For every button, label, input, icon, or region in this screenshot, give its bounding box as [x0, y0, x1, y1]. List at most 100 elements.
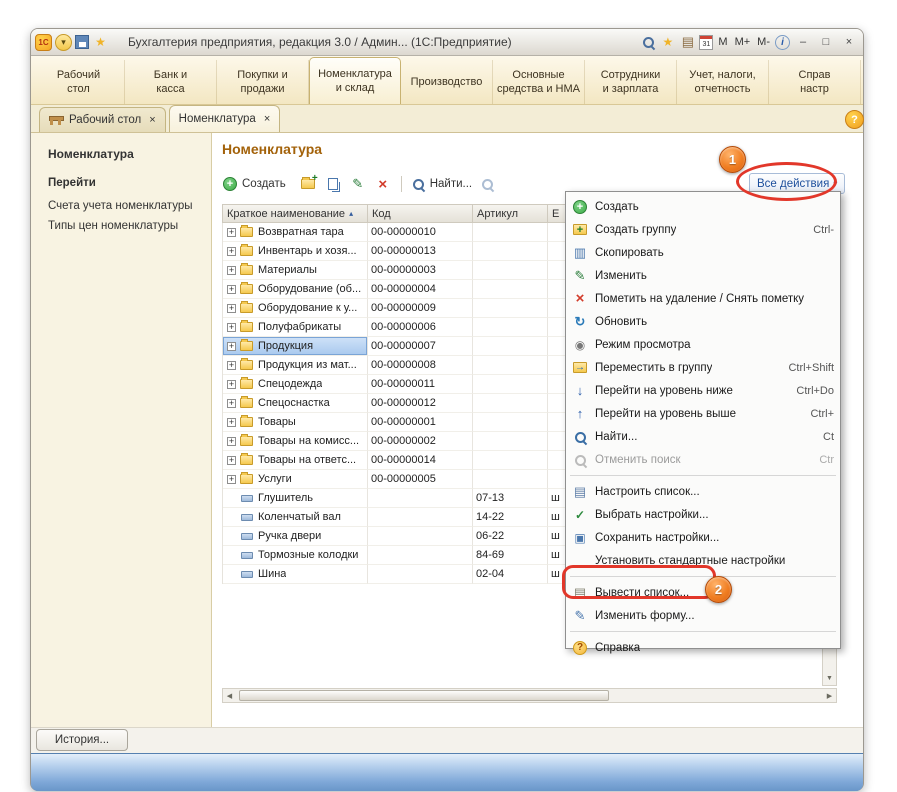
history-button[interactable]: История...	[36, 729, 128, 751]
expand-icon[interactable]: +	[227, 323, 236, 332]
menu-item-6[interactable]: Обновить	[566, 310, 840, 333]
tab-2[interactable]: Номенклатура×	[169, 105, 281, 132]
expand-icon[interactable]: +	[227, 456, 236, 465]
copy-button[interactable]	[323, 174, 343, 194]
memory-m-button[interactable]: M	[716, 36, 729, 48]
list-toolbar: + Создать Найти...	[220, 171, 497, 197]
menu-item-9[interactable]: Перейти на уровень нижеCtrl+Do	[566, 379, 840, 402]
section-tab-5[interactable]: Производство	[401, 60, 493, 104]
column-header-1[interactable]: Краткое наименование▴	[223, 205, 368, 222]
expand-icon[interactable]: +	[227, 304, 236, 313]
sidebar-link-1[interactable]: Счета учета номенклатуры	[48, 197, 201, 217]
expand-icon[interactable]: +	[227, 247, 236, 256]
expand-icon[interactable]: +	[227, 228, 236, 237]
menu-item-10[interactable]: Перейти на уровень вышеCtrl+	[566, 402, 840, 425]
menu-item-5[interactable]: Пометить на удаление / Снять пометку	[566, 287, 840, 310]
create-group-button[interactable]	[298, 174, 318, 194]
scroll-right-icon[interactable]: ▶	[823, 689, 836, 702]
column-header-2[interactable]: Код	[368, 205, 473, 222]
folder-icon	[240, 322, 253, 332]
item-icon	[241, 552, 253, 559]
menu-item-3[interactable]: Скопировать	[566, 241, 840, 264]
menu-item-11[interactable]: Найти...Ct	[566, 425, 840, 448]
row-name-label: Материалы	[258, 264, 317, 276]
section-tab-1[interactable]: Рабочийстол	[33, 60, 125, 104]
sidebar-link-2[interactable]: Типы цен номенклатуры	[48, 217, 201, 237]
copy-icon	[572, 245, 588, 261]
menu-item-4[interactable]: Изменить	[566, 264, 840, 287]
expand-icon[interactable]: +	[227, 380, 236, 389]
expand-icon[interactable]: +	[227, 285, 236, 294]
column-header-3[interactable]: Артикул	[473, 205, 548, 222]
info-icon[interactable]	[775, 35, 790, 50]
memory-m-plus-button[interactable]: M+	[733, 36, 753, 48]
expand-icon[interactable]: +	[227, 361, 236, 370]
find-button[interactable]: Найти...	[410, 176, 472, 192]
section-tab-label: Банк и	[154, 68, 187, 82]
memory-m-minus-button[interactable]: M-	[755, 36, 772, 48]
horizontal-scrollbar[interactable]: ◀ ▶	[222, 688, 837, 703]
maximize-button[interactable]: □	[816, 34, 836, 50]
section-tab-label: настр	[800, 82, 829, 96]
menu-item-shortcut: Ctrl+	[810, 408, 834, 420]
tab-close-icon[interactable]: ×	[264, 113, 270, 125]
menu-item-2[interactable]: Создать группуCtrl-	[566, 218, 840, 241]
expand-icon[interactable]: +	[227, 475, 236, 484]
articul-cell	[473, 280, 548, 299]
help-icon[interactable]: ?	[845, 110, 864, 129]
edit-button[interactable]	[348, 174, 368, 194]
tab-1[interactable]: Рабочий стол×	[39, 107, 166, 132]
service-menu-arrow-icon[interactable]	[55, 34, 72, 51]
section-tab-4[interactable]: Номенклатураи склад	[309, 57, 401, 104]
minimize-button[interactable]: –	[793, 34, 813, 50]
section-tab-9[interactable]: Справнастр	[769, 60, 861, 104]
code-cell	[368, 489, 473, 508]
expand-icon[interactable]: +	[227, 266, 236, 275]
expand-icon[interactable]: +	[227, 342, 236, 351]
section-tab-7[interactable]: Сотрудникии зарплата	[585, 60, 677, 104]
code-cell: 00-00000005	[368, 470, 473, 489]
history-icon[interactable]	[679, 34, 696, 51]
mark-delete-button[interactable]	[373, 174, 393, 194]
menu-item-7[interactable]: Режим просмотра	[566, 333, 840, 356]
favorites-add-icon[interactable]	[659, 34, 676, 51]
menu-item-17[interactable]: Установить стандартные настройки	[566, 549, 840, 572]
output-list-icon	[572, 585, 588, 601]
cancel-search-button[interactable]	[477, 174, 497, 194]
section-tab-label: касса	[156, 82, 184, 96]
screenshot-canvas: Бухгалтерия предприятия, редакция 3.0 / …	[0, 0, 897, 792]
menu-item-16[interactable]: Сохранить настройки...	[566, 526, 840, 549]
dropdown-arrow-icon: ▾	[833, 179, 837, 188]
level-down-icon	[572, 383, 588, 399]
find-icon[interactable]	[640, 34, 656, 50]
menu-item-14[interactable]: Настроить список...	[566, 480, 840, 503]
app-logo-icon[interactable]	[35, 34, 52, 51]
section-tab-2[interactable]: Банк икасса	[125, 60, 217, 104]
sidebar: Номенклатура Перейти Счета учета номенкл…	[31, 133, 212, 728]
save-icon[interactable]	[75, 35, 89, 49]
horizontal-scroll-thumb[interactable]	[239, 690, 609, 701]
menu-item-1[interactable]: Создать	[566, 195, 840, 218]
row-name-label: Товары на ответс...	[258, 454, 356, 466]
expand-icon[interactable]: +	[227, 437, 236, 446]
scroll-left-icon[interactable]: ◀	[223, 689, 236, 702]
menu-item-20[interactable]: Изменить форму...	[566, 604, 840, 627]
calendar-icon[interactable]: 31	[699, 35, 713, 50]
section-tab-3[interactable]: Покупки ипродажи	[217, 60, 309, 104]
refresh-icon	[572, 314, 588, 330]
menu-item-8[interactable]: Переместить в группуCtrl+Shift	[566, 356, 840, 379]
section-tab-8[interactable]: Учет, налоги,отчетность	[677, 60, 769, 104]
menu-item-12[interactable]: Отменить поискCtr	[566, 448, 840, 471]
row-name-label: Ручка двери	[258, 530, 321, 542]
tab-close-icon[interactable]: ×	[149, 114, 155, 126]
menu-item-22[interactable]: Справка	[566, 636, 840, 659]
expand-icon[interactable]: +	[227, 418, 236, 427]
close-button[interactable]: ×	[839, 34, 859, 50]
section-tab-6[interactable]: Основныесредства и НМА	[493, 60, 585, 104]
menu-item-19[interactable]: Вывести список...	[566, 581, 840, 604]
scroll-down-icon[interactable]: ▼	[823, 672, 836, 685]
create-button[interactable]: + Создать	[220, 175, 293, 193]
favorites-icon[interactable]	[92, 34, 109, 51]
menu-item-15[interactable]: Выбрать настройки...	[566, 503, 840, 526]
expand-icon[interactable]: +	[227, 399, 236, 408]
